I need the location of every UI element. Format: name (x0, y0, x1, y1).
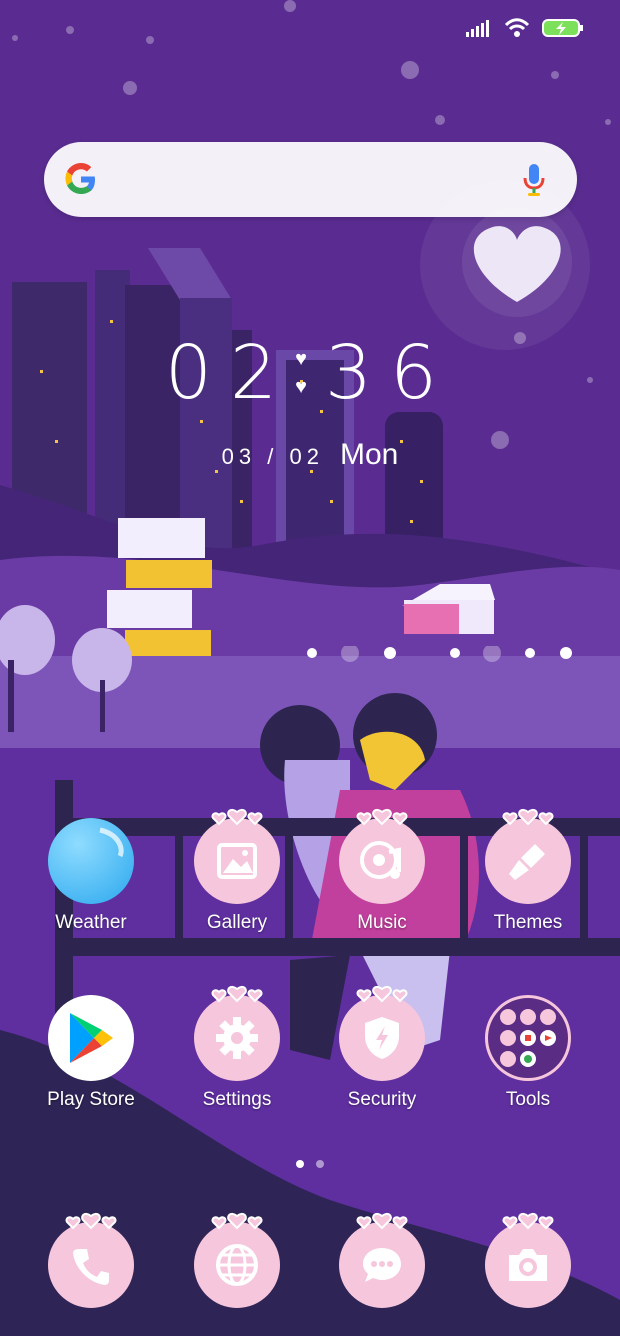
app-label: Security (347, 1089, 417, 1110)
date-widget[interactable]: 03 / 02 Mon (0, 438, 620, 472)
google-search-bar[interactable] (44, 142, 577, 217)
hearts-crown-icon (356, 808, 408, 826)
weather-icon (48, 818, 134, 904)
hearts-crown-icon (211, 808, 263, 826)
gallery-icon (194, 808, 280, 904)
app-label: Tools (505, 1089, 551, 1110)
status-bar (466, 18, 584, 38)
camera-icon (485, 1212, 571, 1308)
hearts-crown-icon (356, 985, 408, 1003)
app-label: Settings (202, 1089, 272, 1110)
hearts-crown-icon (502, 1212, 554, 1230)
messages-icon (339, 1212, 425, 1308)
app-gallery[interactable]: Gallery (177, 808, 297, 934)
dock-browser[interactable] (177, 1212, 297, 1308)
app-label: Music (357, 912, 407, 933)
battery-charging-icon (542, 19, 583, 37)
heart-dot-bottom: ♥ (295, 376, 307, 398)
hearts-crown-icon (356, 1212, 408, 1230)
phone-icon (48, 1212, 134, 1308)
app-label: Play Store (47, 1089, 135, 1110)
wifi-icon (504, 18, 530, 37)
weekday-text: Mon (339, 438, 399, 471)
dock-messages[interactable] (322, 1212, 442, 1308)
clock-hour: 02 (164, 330, 296, 416)
music-icon (339, 808, 425, 904)
shield-icon (339, 985, 425, 1081)
clock-minute: 36 (324, 330, 456, 416)
gear-icon (194, 985, 280, 1081)
clock-widget[interactable]: 02 ♥ ♥ 36 (0, 330, 620, 416)
page-dot-active[interactable] (296, 1160, 304, 1168)
app-themes[interactable]: Themes (468, 808, 588, 934)
lake-dots-decoration (307, 646, 572, 662)
google-logo (65, 163, 95, 194)
folder-icon (485, 995, 571, 1081)
dock-camera[interactable] (468, 1212, 588, 1308)
heart-dot-top: ♥ (295, 348, 307, 370)
app-settings[interactable]: Settings (177, 985, 297, 1111)
dock-phone[interactable] (31, 1212, 151, 1308)
app-label: Weather (55, 912, 127, 933)
mic-icon[interactable] (521, 162, 547, 198)
hearts-crown-icon (502, 808, 554, 826)
app-weather[interactable]: Weather (31, 818, 151, 934)
hearts-crown-icon (211, 985, 263, 1003)
hearts-crown-icon (65, 1212, 117, 1230)
signal-icon (466, 20, 489, 37)
clock-separator: ♥ ♥ (295, 349, 307, 397)
app-play-store[interactable]: Play Store (31, 995, 151, 1111)
app-security[interactable]: Security (322, 985, 442, 1111)
app-music[interactable]: Music (322, 808, 442, 934)
page-indicator[interactable] (0, 1160, 620, 1168)
play-store-icon (48, 995, 134, 1081)
browser-globe-icon (194, 1212, 280, 1308)
app-label: Themes (493, 912, 563, 933)
themes-brush-icon (485, 808, 571, 904)
app-tools-folder[interactable]: Tools (468, 995, 588, 1111)
page-dot[interactable] (316, 1160, 324, 1168)
app-label: Gallery (206, 912, 268, 933)
hearts-crown-icon (211, 1212, 263, 1230)
date-text: 03 / 02 (221, 444, 324, 469)
